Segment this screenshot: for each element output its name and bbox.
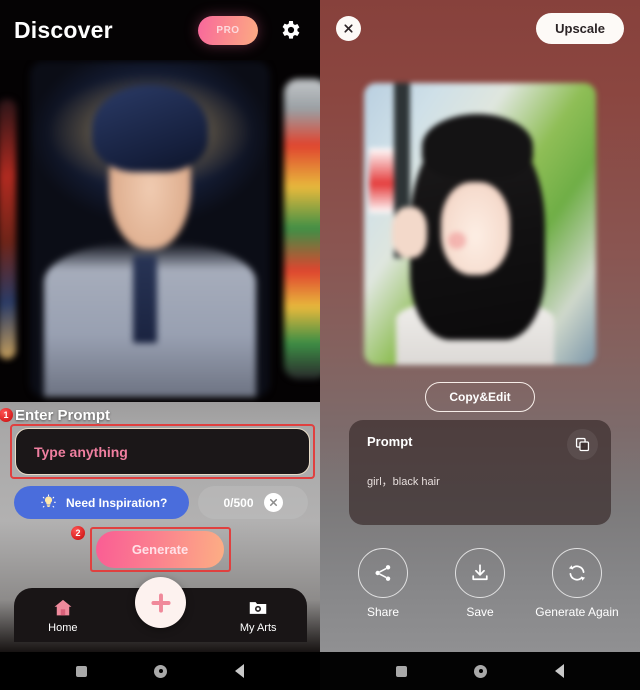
- share-label: Share: [366, 605, 400, 619]
- preview-detail-hat: [422, 114, 534, 179]
- home-circle-icon[interactable]: [154, 664, 168, 678]
- prompt-input-placeholder: Type anything: [34, 443, 128, 460]
- generate-again-label: Generate Again: [535, 605, 619, 619]
- right-app-header: Upscale: [320, 0, 640, 56]
- generate-button-label: Generate: [131, 542, 189, 557]
- artwork-detail-hair: [92, 84, 208, 172]
- android-system-nav-right: [320, 652, 640, 690]
- recents-square-icon[interactable]: [395, 665, 407, 677]
- result-actions: Share Save Generate Again: [340, 548, 620, 620]
- generated-artwork-preview[interactable]: [364, 83, 596, 365]
- page-title: Discover: [14, 16, 113, 43]
- refresh-icon: [568, 565, 586, 581]
- share-action[interactable]: Share: [340, 548, 426, 620]
- enter-prompt-label-row: 1 Enter Prompt: [0, 404, 320, 426]
- recents-square-icon[interactable]: [75, 665, 87, 677]
- need-inspiration-button[interactable]: Need Inspiration?: [14, 486, 189, 519]
- preview-detail-sign: [368, 147, 395, 213]
- create-fab-button[interactable]: [135, 577, 186, 628]
- close-icon: [344, 23, 353, 33]
- settings-button[interactable]: [278, 18, 302, 42]
- nav-item-home-label: Home: [48, 621, 78, 634]
- upscale-button[interactable]: Upscale: [536, 12, 624, 44]
- back-chevron-icon[interactable]: [555, 664, 565, 678]
- generate-button[interactable]: Generate: [96, 531, 224, 568]
- home-circle-icon[interactable]: [474, 664, 488, 678]
- character-counter-pill: 0/500: [198, 486, 308, 519]
- save-label: Save: [466, 605, 494, 619]
- enter-prompt-label: Enter Prompt: [15, 406, 111, 424]
- carousel-item-previous[interactable]: [0, 99, 16, 359]
- gear-icon: [282, 21, 300, 39]
- upscale-label: Upscale: [555, 20, 605, 36]
- photo-folder-icon: [249, 601, 267, 614]
- generate-again-button[interactable]: [552, 548, 602, 598]
- nav-item-my-arts-label: My Arts: [239, 621, 277, 634]
- carousel-item-next[interactable]: [284, 79, 320, 379]
- prompt-card: Prompt girl，black hair: [349, 420, 611, 525]
- annotation-badge-2: 2: [71, 526, 85, 540]
- preview-detail-hand: [391, 207, 427, 258]
- copy-edit-label: Copy&Edit: [449, 390, 511, 404]
- character-counter: 0/500: [223, 495, 254, 510]
- android-system-nav-left: [0, 652, 320, 690]
- prompt-card-text: girl，black hair: [367, 476, 440, 488]
- share-button[interactable]: [358, 548, 408, 598]
- home-icon: [54, 599, 72, 615]
- generate-again-action[interactable]: Generate Again: [534, 548, 620, 620]
- clear-prompt-button[interactable]: [263, 493, 283, 512]
- plus-icon: [150, 592, 171, 613]
- back-chevron-icon[interactable]: [235, 664, 245, 678]
- preview-detail-face: [440, 181, 511, 275]
- copy-prompt-button[interactable]: [567, 429, 598, 460]
- close-button[interactable]: [336, 15, 361, 41]
- artwork-detail-tie: [133, 255, 158, 344]
- close-icon: [269, 498, 277, 507]
- nav-item-home[interactable]: Home: [14, 597, 112, 634]
- pro-button[interactable]: PRO: [198, 15, 258, 45]
- result-screen: Upscale Copy&Edit Prompt girl，black hair…: [320, 0, 640, 652]
- save-button[interactable]: [455, 548, 505, 598]
- prompt-input[interactable]: Type anything: [15, 428, 310, 475]
- dual-screenshot-container: Discover PRO 1 Enter Prompt Type anythin…: [0, 0, 640, 690]
- left-phone-screen: Discover PRO 1 Enter Prompt Type anythin…: [0, 0, 320, 690]
- copy-edit-button[interactable]: Copy&Edit: [425, 382, 535, 412]
- inspiration-row: Need Inspiration? 0/500: [14, 486, 308, 519]
- download-icon: [472, 564, 488, 581]
- lightbulb-icon: [41, 494, 56, 508]
- share-icon: [375, 565, 391, 581]
- left-app-header: Discover PRO: [0, 0, 320, 60]
- artwork-carousel[interactable]: [0, 56, 320, 402]
- right-phone-screen: Upscale Copy&Edit Prompt girl，black hair…: [320, 0, 640, 690]
- need-inspiration-label: Need Inspiration?: [66, 495, 168, 510]
- discover-screen: Discover PRO 1 Enter Prompt Type anythin…: [0, 0, 320, 652]
- copy-icon: [575, 437, 590, 452]
- nav-item-my-arts[interactable]: My Arts: [209, 597, 307, 634]
- save-action[interactable]: Save: [437, 548, 523, 620]
- carousel-item-active[interactable]: [30, 61, 270, 397]
- annotation-badge-1: 1: [0, 408, 13, 422]
- pro-label: PRO: [216, 24, 240, 36]
- prompt-card-title: Prompt: [367, 434, 413, 449]
